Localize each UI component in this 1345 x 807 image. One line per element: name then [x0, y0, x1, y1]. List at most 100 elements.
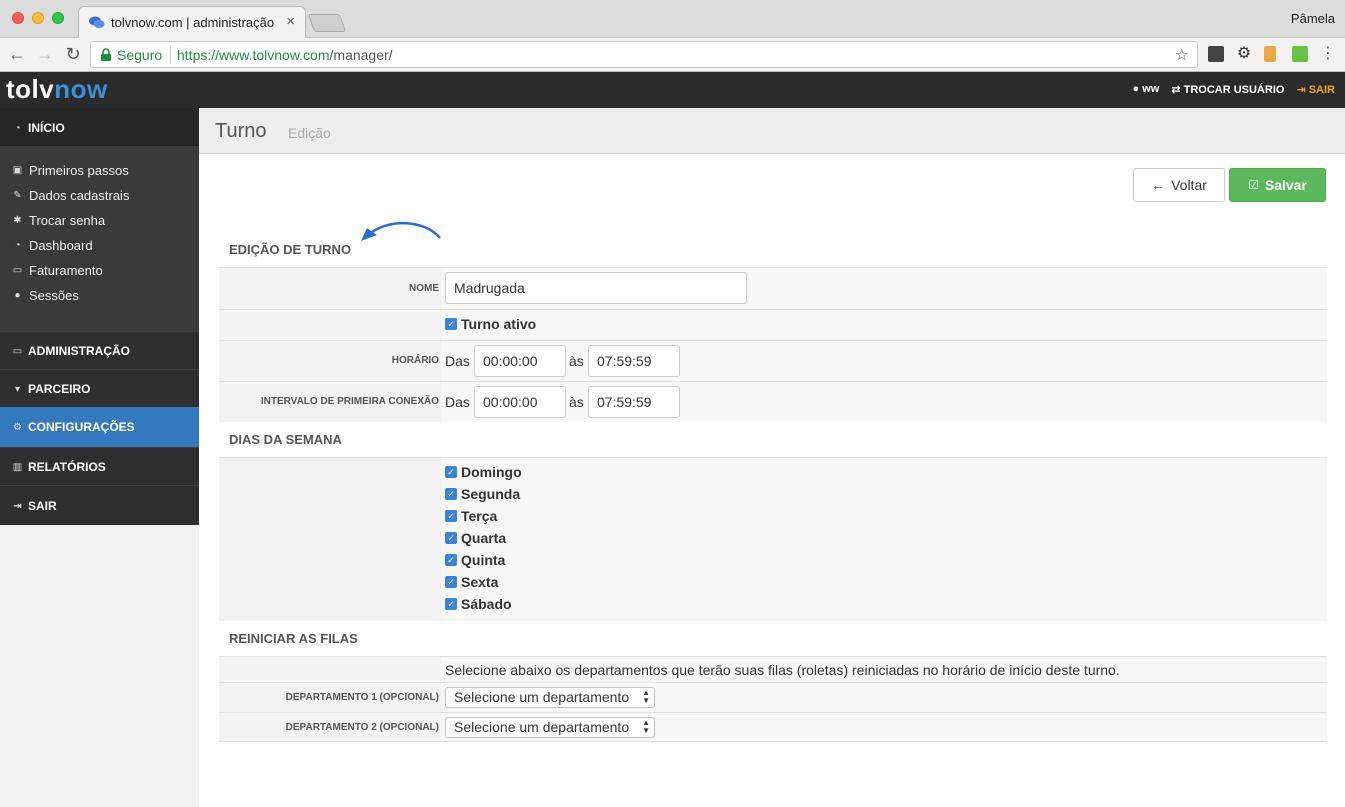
select-arrows-icon: ▲ ▼	[642, 718, 650, 735]
annotation-arrow-icon	[361, 222, 441, 241]
form-row-hours: HORÁRIO Das 00:00:00 às 07:59:59	[219, 340, 1327, 381]
save-button[interactable]: ☑ Salvar	[1229, 168, 1326, 202]
cart-icon: ▾	[14, 383, 21, 395]
interval-to-input[interactable]: 07:59:59	[588, 386, 680, 418]
form-row-days: ✓ Domingo ✓ Segunda ✓ Terça ✓ Quarta ✓ Quinta…	[219, 457, 1327, 621]
profile-name[interactable]: Pâmela	[1291, 11, 1335, 26]
name-input[interactable]: Madrugada	[445, 272, 747, 304]
hours-from-input[interactable]: 00:00:00	[474, 345, 566, 377]
secure-label: Seguro	[117, 47, 163, 63]
form-row-dept1: DEPARTAMENTO 1 (OPCIONAL) Selecione um d…	[219, 682, 1327, 712]
sidebar-item-sessoes[interactable]: ● Sessões	[12, 288, 78, 303]
form-row-name: NOME Madrugada	[219, 267, 1327, 309]
header-actions: ● ww ⇄ TROCAR USUÁRIO ⇥ SAIR	[1132, 83, 1335, 96]
check-icon: ✓	[445, 510, 457, 522]
swap-icon: ⇄	[1171, 84, 1181, 96]
tab-title: tolvnow.com | administração	[111, 15, 275, 30]
sidebar-menu: ◔ INÍCIO ▣ Primeiros passos ✎ Dados cadastr…	[0, 108, 199, 525]
switch-user-link[interactable]: ⇄ TROCAR USUÁRIO	[1171, 83, 1284, 96]
sidebar-item-inicio[interactable]: ◔ INÍCIO	[0, 108, 199, 147]
page-subtitle: Edição	[288, 125, 331, 141]
bookmark-star-icon[interactable]: ☆	[1175, 45, 1189, 65]
logout-link[interactable]: ⇥ SAIR	[1296, 83, 1335, 96]
interval-label: INTERVALO DE PRIMEIRA CONEXÃO	[260, 396, 439, 407]
app-header: tolvnow ● ww ⇄ TROCAR USUÁRIO ⇥ SAIR	[0, 72, 1345, 108]
sidebar-item-primeiros-passos[interactable]: ▣ Primeiros passos	[12, 163, 129, 178]
hours-label: HORÁRIO	[391, 355, 439, 366]
day-checkbox-terca[interactable]: ✓ Terça	[445, 508, 497, 524]
form-row-active: ✓ Turno ativo	[219, 309, 1327, 340]
cogs-icon: ⚙	[13, 421, 22, 433]
money-icon: ▭	[12, 265, 23, 276]
sidebar-item-sair[interactable]: ⇥ SAIR	[0, 485, 199, 525]
user-icon: ●	[1132, 83, 1140, 95]
dept2-label: DEPARTAMENTO 2 (OPCIONAL)	[285, 722, 439, 733]
section-title-reiniciar: REINICIAR AS FILAS	[229, 631, 358, 646]
check-icon: ✓	[445, 598, 457, 610]
select-arrows-icon: ▲ ▼	[642, 688, 650, 705]
interval-to-word: às	[569, 394, 584, 410]
extension-bookmark-icon[interactable]	[1264, 46, 1276, 62]
browser-menu-icon[interactable]: ⋮	[1320, 46, 1336, 62]
sidebar-item-trocar-senha[interactable]: ✱ Trocar senha	[12, 213, 105, 228]
day-checkbox-quinta[interactable]: ✓ Quinta	[445, 552, 505, 568]
check-icon: ✓	[445, 532, 457, 544]
check-icon: ✓	[445, 554, 457, 566]
hours-from-word: Das	[445, 353, 470, 369]
logo[interactable]: tolvnow	[6, 74, 108, 105]
sidebar-item-configuracoes[interactable]: ⚙ CONFIGURAÇÕES	[0, 407, 199, 447]
reset-hint: Selecione abaixo os departamentos que te…	[445, 662, 1120, 678]
address-divider	[170, 46, 171, 64]
sidebar-item-faturamento[interactable]: ▭ Faturamento	[12, 263, 103, 278]
extension-green-icon[interactable]	[1292, 46, 1308, 62]
active-checkbox[interactable]: ✓ Turno ativo	[445, 316, 536, 332]
url-text[interactable]: https://www.tolvnow.com/manager/	[177, 47, 393, 63]
new-tab-button[interactable]	[307, 14, 347, 32]
hours-to-input[interactable]: 07:59:59	[588, 345, 680, 377]
extension-m-icon[interactable]	[1208, 46, 1224, 62]
briefcase-icon: ▣	[12, 165, 23, 176]
check-icon: ✓	[445, 576, 457, 588]
signout-icon: ⇥	[13, 500, 22, 512]
day-checkbox-sexta[interactable]: ✓ Sexta	[445, 574, 498, 590]
minimize-window-button[interactable]	[32, 12, 44, 24]
browser-tab[interactable]: tolvnow.com | administração ×	[78, 6, 306, 39]
interval-from-word: Das	[445, 394, 470, 410]
back-arrow-icon[interactable]: ←	[6, 44, 28, 65]
address-bar[interactable]: Seguro https://www.tolvnow.com/manager/ …	[90, 41, 1198, 68]
browser-tabbar: tolvnow.com | administração × Pâmela	[0, 0, 1345, 39]
sidebar-item-dados-cadastrais[interactable]: ✎ Dados cadastrais	[12, 188, 129, 203]
chart-icon: ▥	[12, 461, 23, 473]
arrow-left-icon: ←	[1151, 177, 1166, 193]
forward-arrow-icon[interactable]: →	[34, 44, 56, 65]
day-checkbox-quarta[interactable]: ✓ Quarta	[445, 530, 506, 546]
maximize-window-button[interactable]	[52, 12, 64, 24]
form-row-reset-hint: Selecione abaixo os departamentos que te…	[219, 656, 1327, 682]
sidebar-item-parceiro[interactable]: ▾ PARCEIRO	[0, 369, 199, 407]
day-checkbox-domingo[interactable]: ✓ Domingo	[445, 464, 522, 480]
section-title-dias: DIAS DA SEMANA	[229, 432, 342, 447]
interval-from-input[interactable]: 00:00:00	[474, 386, 566, 418]
dept1-select[interactable]: Selecione um departamento ▲ ▼	[445, 687, 655, 708]
sidebar-item-relatorios[interactable]: ▥ RELATÓRIOS	[0, 447, 199, 485]
form-row-interval: INTERVALO DE PRIMEIRA CONEXÃO Das 00:00:…	[219, 381, 1327, 422]
tab-close-icon[interactable]: ×	[286, 13, 295, 30]
sidebar-submenu: ▣ Primeiros passos ✎ Dados cadastrais ✱ Tro…	[0, 147, 199, 331]
sidebar-item-administracao[interactable]: ▭ ADMINISTRAÇÃO	[0, 331, 199, 369]
name-label: NOME	[409, 283, 439, 294]
page-title: Turno	[215, 120, 267, 142]
day-checkbox-segunda[interactable]: ✓ Segunda	[445, 486, 520, 502]
user-menu[interactable]: ● ww	[1132, 83, 1159, 96]
lock-icon	[101, 48, 111, 61]
chat-bubbles-icon	[89, 16, 105, 28]
dept2-select[interactable]: Selecione um departamento ▲ ▼	[445, 717, 655, 738]
reload-icon[interactable]: ↻	[62, 44, 84, 65]
sidebar-item-dashboard[interactable]: ◔ Dashboard	[12, 238, 92, 253]
check-icon: ✓	[445, 466, 457, 478]
section-title-edicao: EDIÇÃO DE TURNO	[229, 242, 352, 257]
close-window-button[interactable]	[12, 12, 24, 24]
back-button[interactable]: ← Voltar	[1133, 168, 1225, 202]
asterisk-icon: ✱	[13, 215, 22, 226]
day-checkbox-sabado[interactable]: ✓ Sábado	[445, 596, 512, 612]
settings-gear-icon[interactable]: ⚙	[1236, 46, 1252, 62]
